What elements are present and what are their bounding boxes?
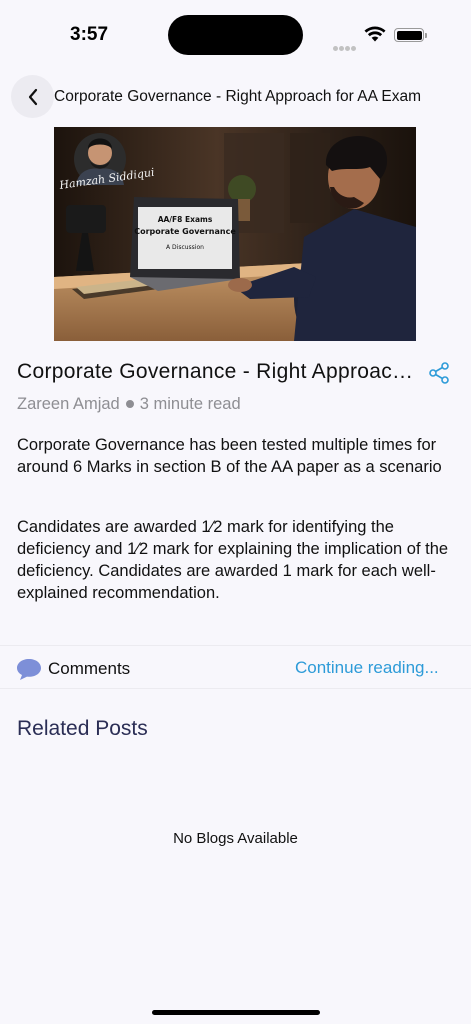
meta-separator-dot [125,399,134,408]
post-title: Corporate Governance - Right Approach fo… [17,360,422,383]
related-posts-heading: Related Posts [17,717,148,740]
dynamic-island [168,15,303,55]
read-time: 3 minute read [139,395,241,413]
status-time: 3:57 [70,24,109,45]
post-paragraph: Corporate Governance has been tested mul… [17,436,442,476]
wifi-icon [364,26,386,47]
hero-screen-line1: AA/F8 Exams [158,215,213,224]
actions-row: Comments Continue reading... [0,646,471,688]
author-name: Zareen Amjad [17,395,120,413]
hero-screen-line2: Corporate Governance [134,227,236,236]
battery-icon [394,28,427,42]
signal-icon [333,38,357,56]
back-button[interactable] [11,75,54,118]
hero-screen-line3: A Discussion [166,244,204,251]
hero-image: AA/F8 Exams Corporate Governance A Discu… [54,127,416,341]
chevron-left-icon [28,88,37,105]
share-icon[interactable] [427,361,451,385]
empty-state-message: No Blogs Available [173,830,298,847]
comments-button[interactable]: Comments [16,657,130,681]
post-meta: Zareen Amjad 3 minute read [17,395,241,414]
status-bar: 3:57 [0,0,471,60]
comments-label: Comments [48,659,131,678]
post-paragraph: Candidates are awarded 1⁄2 mark for iden… [17,518,449,602]
nav-title: Corporate Governance - Right Approach fo… [54,88,422,105]
home-indicator[interactable] [152,1010,320,1015]
continue-reading-link[interactable]: Continue reading... [295,658,439,678]
comment-bubble-icon [17,659,41,680]
divider [0,688,471,689]
